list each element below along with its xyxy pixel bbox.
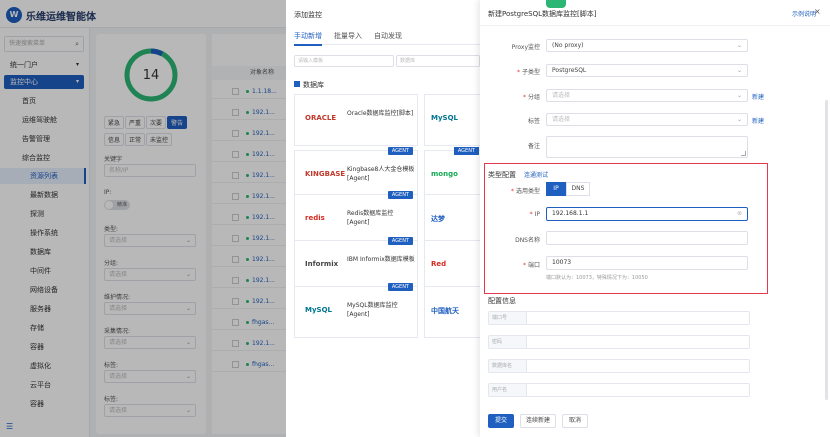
agent-badge: AGENT: [387, 237, 413, 245]
chevron-down-icon: ⌄: [736, 42, 742, 49]
template-card-name: Redis数据库监控[Agent]: [347, 210, 394, 226]
config-info-title: 配置信息: [488, 297, 516, 305]
ip-label-text: IP: [534, 211, 540, 218]
continue-create-button[interactable]: 连续新建: [520, 414, 556, 428]
section-database: 数据库: [294, 80, 324, 90]
clear-icon[interactable]: ⊗: [737, 208, 742, 220]
template-card-name: Kingbase8人大金仓模板[Agent]: [347, 166, 415, 182]
section-database-label: 数据库: [303, 81, 324, 89]
port-hint: 端口默认为：10073，特殊情况下为：10050: [546, 275, 648, 281]
proxy-select[interactable]: (No proxy) ⌄: [546, 39, 748, 52]
drawer-header: 新建PostgreSQL数据库监控[脚本] 示例说明 ×: [480, 0, 830, 26]
template-card-dameng[interactable]: 达梦: [424, 194, 484, 246]
group-select[interactable]: 请选择 ⌄: [546, 89, 748, 102]
template-card-name: MySQL数据库监控[Agent]: [347, 302, 398, 318]
subtype-select[interactable]: PostgreSQL ⌄: [546, 64, 748, 77]
proxy-label: Proxy监控: [511, 44, 540, 51]
informix-logo: Informix: [305, 260, 339, 268]
use-type-label: * 选用类型: [510, 188, 540, 195]
dameng-logo: 达梦: [431, 215, 445, 223]
cancel-button[interactable]: 取消: [562, 414, 588, 428]
tab-batch-import[interactable]: 批量导入: [334, 31, 362, 41]
tag-select[interactable]: 请选择 ⌄: [546, 113, 748, 126]
mongodb-logo: mongo: [431, 170, 458, 178]
dns-input[interactable]: [546, 231, 748, 245]
tab-auto-discover[interactable]: 自动发现: [374, 31, 402, 41]
use-type-ip[interactable]: IP: [546, 182, 566, 196]
shentong-logo: 中国航天: [431, 307, 459, 315]
template-card-mysql[interactable]: MySQL: [424, 94, 484, 146]
new-group-link[interactable]: 新建: [752, 92, 764, 101]
port-value: 10073: [552, 259, 572, 266]
username-input[interactable]: 用户名: [488, 383, 750, 397]
add-monitor-title: 添加监控: [294, 11, 322, 19]
group-label-text: 分组: [527, 94, 540, 101]
chevron-down-icon: ⌄: [736, 116, 742, 123]
tab-manual[interactable]: 手动新增: [294, 31, 322, 46]
ip-field-label: * IP: [529, 211, 540, 218]
note-textarea[interactable]: [546, 136, 748, 158]
proxy-value: (No proxy): [552, 42, 584, 49]
tag-field-label: 标签: [527, 118, 540, 125]
agent-badge: AGENT: [387, 283, 413, 291]
new-tag-link[interactable]: 新建: [752, 116, 764, 125]
database-icon: [294, 81, 300, 87]
chevron-down-icon: ⌄: [736, 92, 742, 99]
close-icon[interactable]: ×: [814, 7, 821, 16]
agent-badge: AGENT: [387, 191, 413, 199]
chevron-down-icon: ⌄: [736, 67, 742, 74]
group-field-label: * 分组: [522, 94, 540, 101]
mysql-logo: MySQL: [431, 114, 458, 122]
port-number-input[interactable]: 端口号: [488, 311, 750, 325]
use-type-dns[interactable]: DNS: [566, 182, 590, 196]
username-prefix: 用户名: [489, 384, 527, 396]
template-card-name: Oracle数据库监控[脚本]: [347, 110, 414, 117]
password-prefix: 密码: [489, 336, 527, 348]
example-link[interactable]: 示例说明: [792, 9, 816, 18]
add-monitor-tabs: 手动新增 批量导入 自动发现: [294, 31, 480, 46]
template-card-oracle[interactable]: ORACLE Oracle数据库监控[脚本]: [294, 94, 418, 146]
agent-badge: AGENT: [453, 147, 479, 155]
redis-logo: redis: [305, 214, 325, 222]
submit-button[interactable]: 提交: [488, 414, 514, 428]
dns-label: DNS名称: [515, 237, 540, 244]
database-name-prefix: 数据库名: [489, 360, 527, 372]
subtype-value: PostgreSQL: [552, 67, 587, 74]
mysql-logo: MySQL: [305, 306, 332, 314]
status-toggle[interactable]: [546, 0, 566, 8]
redis-logo: Red: [431, 260, 447, 268]
type-config-title: 类型配置: [488, 171, 516, 179]
template-search-input[interactable]: 请输入模板: [294, 55, 394, 67]
template-search-placeholder: 请输入模板: [298, 58, 324, 64]
category-search-input[interactable]: 数据库: [396, 55, 480, 67]
template-card-name: IBM Informix数据库模板: [347, 256, 415, 263]
password-input[interactable]: 密码: [488, 335, 750, 349]
subtype-label-text: 子类型: [521, 69, 540, 76]
port-label: * 端口: [522, 262, 540, 269]
category-search-placeholder: 数据库: [400, 58, 416, 64]
template-card-redis-2[interactable]: Red: [424, 240, 484, 292]
subtype-label: * 子类型: [516, 69, 540, 76]
drawer-title: 新建PostgreSQL数据库监控[脚本]: [488, 10, 597, 18]
kingbase-logo: KINGBASE: [305, 170, 346, 178]
database-name-input[interactable]: 数据库名: [488, 359, 750, 373]
ip-input[interactable]: 192.168.1.1 ⊗: [546, 207, 748, 221]
agent-badge: AGENT: [387, 147, 413, 155]
port-number-prefix: 端口号: [489, 312, 527, 324]
template-card-mysql-agent[interactable]: AGENT MySQL MySQL数据库监控[Agent]: [294, 283, 418, 338]
oracle-logo: ORACLE: [305, 114, 337, 122]
template-card-shentong[interactable]: 中国航天: [424, 286, 484, 338]
port-label-text: 端口: [527, 262, 540, 269]
port-input[interactable]: 10073: [546, 256, 748, 270]
add-monitor-drawer: 添加监控 手动新增 批量导入 自动发现 请输入模板 数据库 数据库 ORACLE…: [286, 0, 484, 437]
use-type-label-text: 选用类型: [515, 188, 540, 195]
ip-value: 192.168.1.1: [552, 210, 589, 217]
note-label: 备注: [527, 143, 540, 150]
drawer-scrollbar[interactable]: [825, 100, 828, 400]
group-placeholder: 请选择: [552, 92, 571, 99]
tag-placeholder: 请选择: [552, 116, 571, 123]
new-monitor-drawer: 新建PostgreSQL数据库监控[脚本] 示例说明 × Proxy监控 (No…: [480, 0, 830, 437]
connection-test-link[interactable]: 连通测试: [524, 170, 548, 179]
